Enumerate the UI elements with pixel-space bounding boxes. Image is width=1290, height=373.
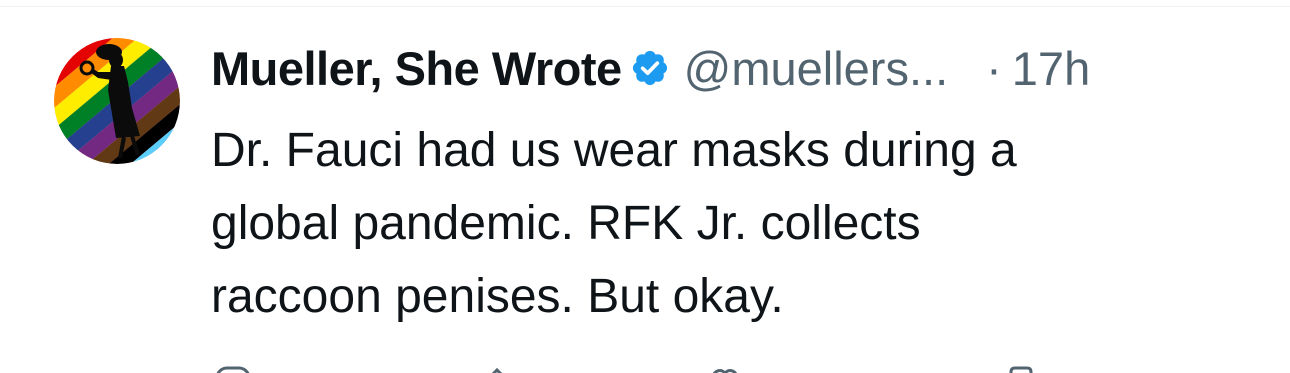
tweet-text: Dr. Fauci had us wear masks during a glo… — [211, 114, 1251, 333]
separator-dot: · — [986, 41, 1002, 95]
repost-icon[interactable] — [479, 364, 519, 373]
reply-icon[interactable] — [213, 364, 253, 373]
tweet-card: Mueller, She Wrote @muellers... · 17h Dr… — [0, 0, 1290, 373]
tweet-text-line: global pandemic. RFK Jr. collects — [211, 197, 921, 250]
avatar[interactable] — [54, 38, 180, 164]
tweet-text-line: Dr. Fauci had us wear masks during a — [211, 124, 1017, 177]
tweet-timestamp[interactable]: 17h — [1012, 41, 1090, 96]
verified-badge-icon — [630, 48, 670, 88]
tweet-text-line: raccoon penises. But okay. — [211, 270, 784, 323]
tweet-actions — [211, 364, 1251, 373]
top-divider — [0, 6, 1290, 7]
author-display-name[interactable]: Mueller, She Wrote — [211, 41, 622, 96]
tweet-header: Mueller, She Wrote @muellers... · 17h — [211, 36, 1090, 100]
author-handle[interactable]: @muellers... — [684, 41, 949, 96]
like-icon[interactable] — [705, 364, 745, 373]
avatar-silhouette-rainbow — [54, 38, 180, 164]
views-icon[interactable] — [1001, 364, 1041, 373]
